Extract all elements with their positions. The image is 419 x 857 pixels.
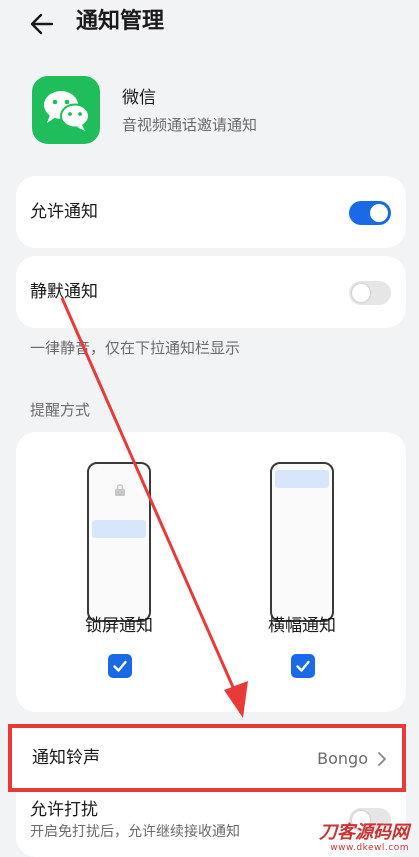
annotation-arrow — [60, 297, 248, 718]
watermark-url: www.dkewl.com — [330, 843, 409, 853]
watermark-logo: 刀客源码网 — [319, 822, 409, 843]
